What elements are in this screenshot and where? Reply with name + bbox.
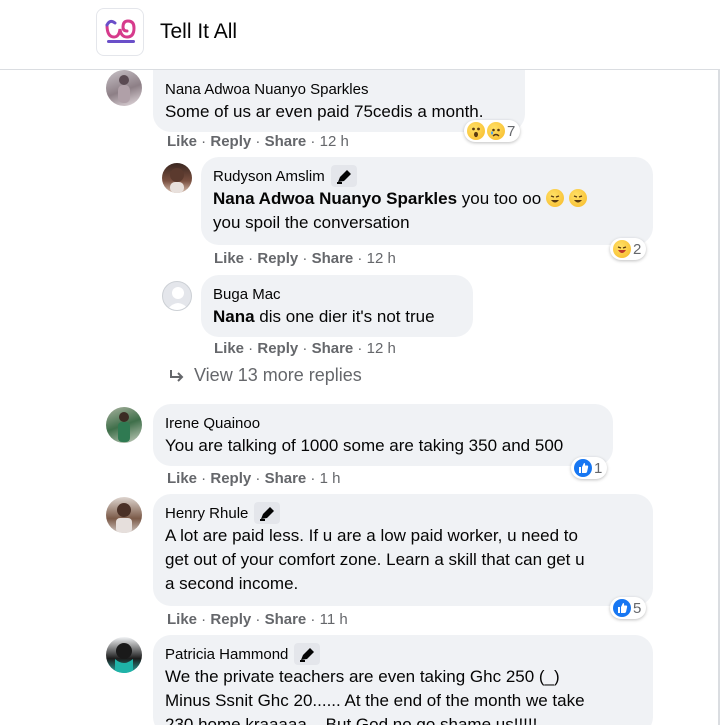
avatar[interactable]: [106, 637, 142, 673]
top-bar: Tell It All: [0, 0, 720, 70]
default-user-icon: [167, 287, 189, 310]
profile-photo-icon: [115, 643, 133, 673]
comment-text: You are talking of 1000 some are taking …: [165, 436, 564, 455]
comment-bubble: Patricia Hammond We the private teachers…: [153, 635, 653, 725]
page-logo[interactable]: [96, 8, 144, 56]
reply-bubble: Rudyson Amslim Nana Adwoa Nuanyo Sparkle…: [201, 157, 653, 245]
comment-bubble: Irene Quainoo You are talking of 1000 so…: [153, 404, 613, 466]
sad-icon: [487, 122, 505, 140]
comment-text: Nana Adwoa Nuanyo Sparkles you too oo yo…: [213, 187, 641, 235]
reply-button[interactable]: Reply: [210, 133, 251, 150]
like-icon: [613, 599, 631, 617]
profile-photo-icon: [118, 412, 130, 442]
comment-bubble: Henry Rhule A lot are paid less. If u ar…: [153, 494, 653, 606]
profile-photo-icon: [118, 75, 130, 103]
like-button[interactable]: Like: [167, 133, 197, 150]
comment-text: Nana dis one dier it's not true: [213, 307, 435, 326]
comment-actions: Like · Reply · Share · 1 h: [167, 470, 341, 487]
like-button[interactable]: Like: [167, 611, 197, 628]
share-button[interactable]: Share: [312, 250, 354, 267]
comment-time[interactable]: 11 h: [320, 611, 348, 628]
avatar[interactable]: [106, 497, 142, 533]
like-button[interactable]: Like: [214, 250, 244, 267]
reply-button[interactable]: Reply: [210, 470, 251, 487]
reaction-summary[interactable]: 7: [464, 120, 521, 142]
reaction-count: 2: [633, 240, 642, 258]
comment-time[interactable]: 12 h: [367, 250, 396, 267]
reaction-summary[interactable]: 2: [610, 238, 647, 260]
comment-time[interactable]: 12 h: [367, 340, 396, 357]
share-button[interactable]: Share: [265, 133, 307, 150]
like-icon: [574, 459, 592, 477]
laugh-cry-icon: [545, 189, 564, 207]
reaction-summary[interactable]: 5: [610, 597, 647, 619]
comment-author: Patricia Hammond: [165, 643, 641, 665]
profile-photo-icon: [116, 503, 132, 533]
reaction-count: 5: [633, 599, 642, 617]
comment-text: A lot are paid less. If u are a low paid…: [165, 526, 585, 593]
reaction-count: 1: [594, 459, 603, 477]
comment-actions: Like · Reply · Share · 12 h: [214, 250, 396, 267]
tell-it-all-logo-icon: [105, 19, 136, 43]
avatar[interactable]: [106, 407, 142, 443]
comment-author[interactable]: Irene Quainoo: [165, 412, 601, 434]
pen-badge-icon: [254, 502, 281, 524]
view-more-replies-button[interactable]: View 13 more replies: [168, 365, 362, 386]
laugh-cry-icon: [568, 189, 587, 207]
comment-actions: Like · Reply · Share · 12 h: [214, 340, 396, 357]
comment-author: Henry Rhule: [165, 502, 641, 524]
comment-author: Rudyson Amslim: [213, 165, 641, 187]
comment-text: Some of us ar even paid 75cedis a month.: [165, 102, 484, 121]
reply-button[interactable]: Reply: [210, 611, 251, 628]
like-button[interactable]: Like: [167, 470, 197, 487]
comment-text: We the private teachers are even taking …: [165, 667, 585, 725]
comments-section: Nana Adwoa Nuanyo Sparkles Some of us ar…: [0, 70, 718, 725]
view-more-replies-label: View 13 more replies: [194, 365, 362, 385]
reaction-summary[interactable]: 1: [571, 457, 608, 479]
share-button[interactable]: Share: [312, 340, 354, 357]
share-button[interactable]: Share: [265, 470, 307, 487]
comment-author[interactable]: Buga Mac: [213, 283, 461, 305]
author-name[interactable]: Henry Rhule: [165, 505, 248, 522]
avatar-placeholder[interactable]: [162, 281, 192, 311]
mention-link[interactable]: Nana: [213, 307, 255, 326]
reply-arrow-icon: [170, 369, 184, 382]
comment-time[interactable]: 1 h: [320, 470, 341, 487]
comment-time[interactable]: 12 h: [320, 133, 349, 150]
profile-photo-icon: [170, 168, 184, 193]
pen-badge-icon: [294, 643, 321, 665]
haha-icon: [613, 240, 631, 258]
avatar[interactable]: [162, 163, 192, 193]
author-name[interactable]: Patricia Hammond: [165, 646, 288, 663]
reply-button[interactable]: Reply: [257, 340, 298, 357]
author-name[interactable]: Rudyson Amslim: [213, 168, 325, 185]
mention-link[interactable]: Nana Adwoa Nuanyo Sparkles: [213, 189, 457, 208]
comment-actions: Like · Reply · Share · 12 h: [167, 133, 349, 150]
comment-actions: Like · Reply · Share · 11 h: [167, 611, 348, 628]
pen-badge-icon: [330, 165, 357, 187]
like-button[interactable]: Like: [214, 340, 244, 357]
reaction-count: 7: [507, 122, 516, 140]
wow-icon: [467, 122, 485, 140]
avatar[interactable]: [106, 70, 142, 106]
reply-button[interactable]: Reply: [257, 250, 298, 267]
comment-author[interactable]: Nana Adwoa Nuanyo Sparkles: [165, 78, 513, 100]
page-title[interactable]: Tell It All: [160, 20, 237, 44]
reply-bubble: Buga Mac Nana dis one dier it's not true: [201, 275, 473, 337]
share-button[interactable]: Share: [265, 611, 307, 628]
